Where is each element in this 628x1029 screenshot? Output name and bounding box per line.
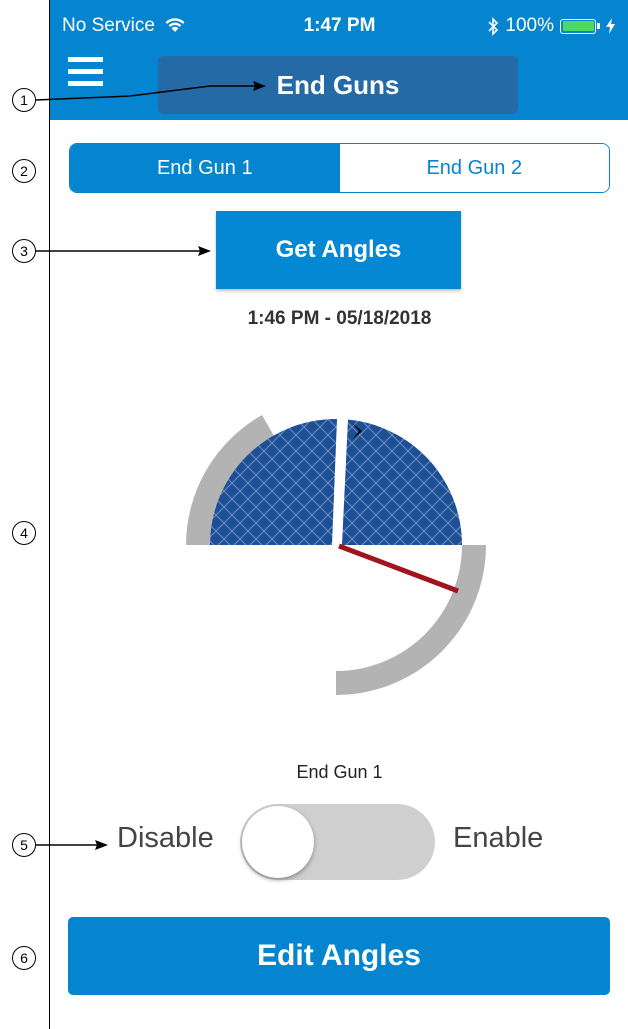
enable-toggle-switch[interactable]	[240, 804, 435, 880]
disable-label: Disable	[117, 822, 214, 854]
callout-6: 6	[12, 946, 36, 970]
gauge-lower-gray-arc	[336, 545, 486, 695]
gauge-position-pointer	[338, 543, 459, 594]
hamburger-menu-icon[interactable]	[68, 57, 103, 86]
end-gun-toggle-row: Disable Enable	[50, 800, 628, 880]
gauge-coverage-area	[210, 419, 336, 545]
battery-icon	[560, 18, 596, 34]
tab-end-gun-1[interactable]: End Gun 1	[70, 144, 340, 192]
end-gun-name-label: End Gun 1	[296, 762, 383, 782]
last-updated-timestamp: 1:46 PM - 05/18/2018	[247, 308, 432, 329]
callout-4: 4	[12, 521, 36, 545]
callout-3: 3	[12, 239, 36, 263]
end-gun-angle-gauge	[186, 415, 486, 695]
tab-end-gun-2[interactable]: End Gun 2	[339, 144, 609, 192]
edit-angles-button[interactable]: Edit Angles	[68, 917, 610, 995]
end-gun-segmented-control: End Gun 1 End Gun 2	[69, 143, 610, 193]
callout-2: 2	[12, 159, 36, 183]
callout-1: 1	[12, 88, 36, 112]
battery-tip	[597, 23, 600, 29]
callout-5: 5	[12, 833, 36, 857]
enable-label: Enable	[453, 822, 544, 854]
get-angles-button[interactable]: Get Angles	[216, 211, 461, 289]
battery-percent: 100%	[505, 15, 554, 36]
status-right: 100%	[487, 14, 615, 38]
app-header: No Service 1:47 PM 100% End Guns	[50, 0, 628, 120]
bluetooth-icon	[488, 16, 499, 36]
charging-icon	[606, 18, 615, 34]
gauge-coverage-area-right	[336, 419, 462, 545]
page-title[interactable]: End Guns	[158, 56, 518, 114]
phone-screen: No Service 1:47 PM 100% End Guns End Gun…	[49, 0, 628, 1029]
toggle-knob[interactable]	[242, 806, 314, 878]
